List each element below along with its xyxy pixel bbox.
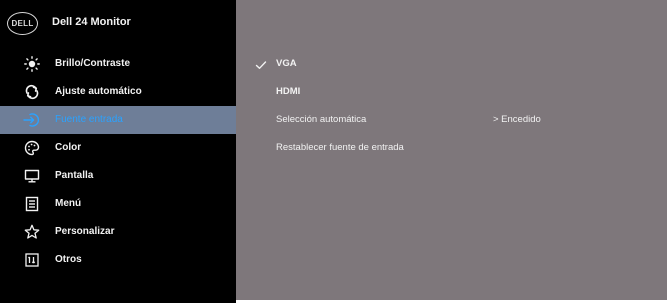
menu-item-brightness-contrast[interactable]: Brillo/Contraste — [0, 50, 236, 78]
option-auto-select-value: > Encedido — [493, 114, 541, 125]
option-vga[interactable]: VGA — [276, 58, 297, 70]
option-reset-input-source[interactable]: Restablecer fuente de entrada — [276, 142, 404, 154]
checkmark-icon — [255, 58, 267, 70]
menu-label-menu: Menú — [55, 198, 82, 209]
menu-item-display[interactable]: Pantalla — [0, 162, 236, 190]
osd-options-panel: VGA HDMI Selección automática > Encedido… — [236, 0, 667, 300]
menu-label-brightness-contrast: Brillo/Contraste — [55, 58, 131, 69]
option-auto-select[interactable]: Selección automática — [276, 114, 366, 126]
display-icon — [23, 167, 41, 185]
menu-label-others: Otros — [55, 254, 82, 265]
option-hdmi[interactable]: HDMI — [276, 86, 300, 98]
auto-adjust-icon — [23, 83, 41, 101]
menu-item-others[interactable]: Otros — [0, 246, 236, 274]
menu-label-auto-adjust: Ajuste automático — [55, 86, 142, 97]
input-source-icon — [23, 111, 41, 129]
menu-label-personalize: Personalizar — [55, 226, 115, 237]
menu-label-input-source: Fuente entrada — [55, 114, 123, 125]
menu-label-color: Color — [55, 142, 82, 153]
others-icon — [23, 251, 41, 269]
menu-item-menu[interactable]: Menú — [0, 190, 236, 218]
dell-logo: DELL — [7, 12, 38, 35]
osd-sidebar: DELL Dell 24 Monitor Brillo/Contraste Aj… — [0, 0, 236, 303]
menu-item-input-source[interactable]: Fuente entrada — [0, 106, 236, 134]
menu-item-personalize[interactable]: Personalizar — [0, 218, 236, 246]
menu-item-auto-adjust[interactable]: Ajuste automático — [0, 78, 236, 106]
brightness-icon — [23, 55, 41, 73]
menu-item-color[interactable]: Color — [0, 134, 236, 162]
osd-header: DELL Dell 24 Monitor — [0, 0, 236, 46]
menu-label-display: Pantalla — [55, 170, 94, 181]
osd-title: Dell 24 Monitor — [52, 16, 131, 28]
color-palette-icon — [23, 139, 41, 157]
monitor-osd: DELL Dell 24 Monitor Brillo/Contraste Aj… — [0, 0, 672, 303]
star-icon — [23, 223, 41, 241]
menu-icon — [23, 195, 41, 213]
dell-logo-text: DELL — [11, 19, 34, 28]
